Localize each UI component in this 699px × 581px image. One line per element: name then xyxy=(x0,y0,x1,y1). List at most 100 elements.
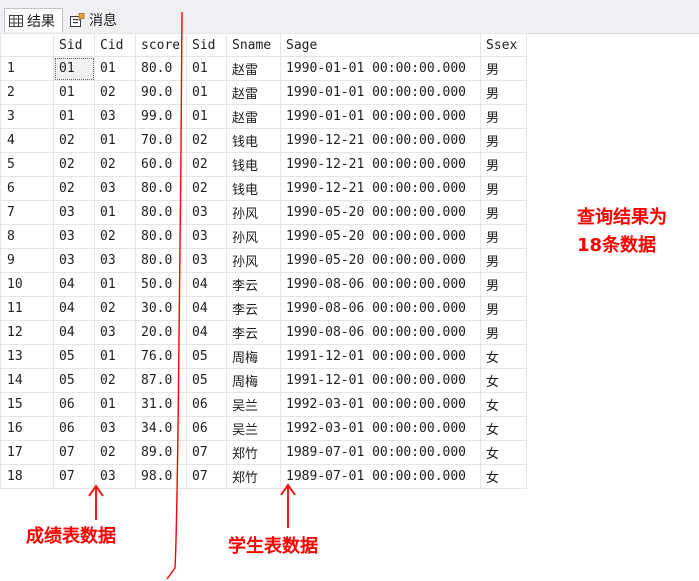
row-number[interactable]: 17 xyxy=(0,440,54,465)
score-cell[interactable]: 76.0 xyxy=(135,344,187,369)
row-number[interactable]: 13 xyxy=(0,344,54,369)
sid-cell[interactable]: 01 xyxy=(53,80,95,105)
student-sid-cell[interactable]: 03 xyxy=(186,224,227,249)
score-cell[interactable]: 90.0 xyxy=(135,80,187,105)
cid-cell[interactable]: 01 xyxy=(94,392,136,417)
sid-cell[interactable]: 04 xyxy=(53,272,95,297)
cid-cell[interactable]: 03 xyxy=(94,464,136,489)
student-sid-cell[interactable]: 02 xyxy=(186,152,227,177)
column-header-sid[interactable]: Sid xyxy=(53,33,95,57)
sid-cell[interactable]: 03 xyxy=(53,224,95,249)
score-cell[interactable]: 99.0 xyxy=(135,104,187,129)
sid-cell[interactable]: 02 xyxy=(53,152,95,177)
sname-cell[interactable]: 钱电 xyxy=(226,152,281,177)
ssex-cell[interactable]: 男 xyxy=(480,128,527,153)
cid-cell[interactable]: 03 xyxy=(94,416,136,441)
ssex-cell[interactable]: 女 xyxy=(480,368,527,393)
ssex-cell[interactable]: 男 xyxy=(480,104,527,129)
table-row[interactable]: 13 05 01 76.0 05 周梅 1991-12-01 00:00:00.000 女 xyxy=(0,344,527,369)
ssex-cell[interactable]: 男 xyxy=(480,248,527,273)
sage-cell[interactable]: 1990-01-01 00:00:00.000 xyxy=(280,80,481,105)
column-header-score[interactable]: score xyxy=(135,33,187,57)
sage-cell[interactable]: 1990-05-20 00:00:00.000 xyxy=(280,248,481,273)
ssex-cell[interactable]: 女 xyxy=(480,440,527,465)
cid-cell[interactable]: 01 xyxy=(94,272,136,297)
cid-cell[interactable]: 02 xyxy=(94,80,136,105)
sage-cell[interactable]: 1990-08-06 00:00:00.000 xyxy=(280,320,481,345)
sname-cell[interactable]: 钱电 xyxy=(226,176,281,201)
score-cell[interactable]: 89.0 xyxy=(135,440,187,465)
ssex-cell[interactable]: 女 xyxy=(480,392,527,417)
row-number-header[interactable] xyxy=(0,33,54,57)
table-row[interactable]: 5 02 02 60.0 02 钱电 1990-12-21 00:00:00.000 男 xyxy=(0,152,527,177)
ssex-cell[interactable]: 男 xyxy=(480,80,527,105)
table-row[interactable]: 17 07 02 89.0 07 郑竹 1989-07-01 00:00:00.000 女 xyxy=(0,440,527,465)
table-row[interactable]: 11 04 02 30.0 04 李云 1990-08-06 00:00:00.000 男 xyxy=(0,296,527,321)
row-number[interactable]: 3 xyxy=(0,104,54,129)
sid-cell[interactable]: 05 xyxy=(53,368,95,393)
ssex-cell[interactable]: 男 xyxy=(480,152,527,177)
sid-cell[interactable]: 05 xyxy=(53,344,95,369)
row-number[interactable]: 18 xyxy=(0,464,54,489)
ssex-cell[interactable]: 男 xyxy=(480,200,527,225)
ssex-cell[interactable]: 男 xyxy=(480,224,527,249)
ssex-cell[interactable]: 男 xyxy=(480,272,527,297)
score-cell[interactable]: 70.0 xyxy=(135,128,187,153)
ssex-cell[interactable]: 女 xyxy=(480,344,527,369)
cid-cell[interactable]: 02 xyxy=(94,440,136,465)
sname-cell[interactable]: 孙风 xyxy=(226,248,281,273)
table-row[interactable]: 2 01 02 90.0 01 赵雷 1990-01-01 00:00:00.000 男 xyxy=(0,80,527,105)
student-sid-cell[interactable]: 07 xyxy=(186,440,227,465)
sage-cell[interactable]: 1990-08-06 00:00:00.000 xyxy=(280,296,481,321)
table-row[interactable]: 18 07 03 98.0 07 郑竹 1989-07-01 00:00:00.000 女 xyxy=(0,464,527,489)
tab-results[interactable]: 结果 xyxy=(4,8,63,32)
score-cell[interactable]: 80.0 xyxy=(135,200,187,225)
sage-cell[interactable]: 1990-01-01 00:00:00.000 xyxy=(280,56,481,81)
table-row[interactable]: 4 02 01 70.0 02 钱电 1990-12-21 00:00:00.000 男 xyxy=(0,128,527,153)
sname-cell[interactable]: 李云 xyxy=(226,272,281,297)
student-sid-cell[interactable]: 01 xyxy=(186,104,227,129)
student-sid-cell[interactable]: 04 xyxy=(186,296,227,321)
cid-cell[interactable]: 01 xyxy=(94,200,136,225)
sage-cell[interactable]: 1991-12-01 00:00:00.000 xyxy=(280,344,481,369)
sname-cell[interactable]: 周梅 xyxy=(226,344,281,369)
score-cell[interactable]: 31.0 xyxy=(135,392,187,417)
student-sid-cell[interactable]: 05 xyxy=(186,368,227,393)
student-sid-cell[interactable]: 03 xyxy=(186,200,227,225)
sname-cell[interactable]: 周梅 xyxy=(226,368,281,393)
row-number[interactable]: 11 xyxy=(0,296,54,321)
sname-cell[interactable]: 赵雷 xyxy=(226,80,281,105)
student-sid-cell[interactable]: 07 xyxy=(186,464,227,489)
table-row[interactable]: 10 04 01 50.0 04 李云 1990-08-06 00:00:00.000 男 xyxy=(0,272,527,297)
sname-cell[interactable]: 李云 xyxy=(226,296,281,321)
sname-cell[interactable]: 郑竹 xyxy=(226,464,281,489)
cid-cell[interactable]: 01 xyxy=(94,128,136,153)
table-row[interactable]: 8 03 02 80.0 03 孙风 1990-05-20 00:00:00.000 男 xyxy=(0,224,527,249)
sage-cell[interactable]: 1992-03-01 00:00:00.000 xyxy=(280,416,481,441)
sname-cell[interactable]: 赵雷 xyxy=(226,104,281,129)
row-number[interactable]: 14 xyxy=(0,368,54,393)
table-row[interactable]: 3 01 03 99.0 01 赵雷 1990-01-01 00:00:00.000 男 xyxy=(0,104,527,129)
ssex-cell[interactable]: 女 xyxy=(480,416,527,441)
row-number[interactable]: 12 xyxy=(0,320,54,345)
student-sid-cell[interactable]: 04 xyxy=(186,272,227,297)
sage-cell[interactable]: 1990-05-20 00:00:00.000 xyxy=(280,224,481,249)
sage-cell[interactable]: 1992-03-01 00:00:00.000 xyxy=(280,392,481,417)
score-cell[interactable]: 80.0 xyxy=(135,224,187,249)
sname-cell[interactable]: 李云 xyxy=(226,320,281,345)
sid-cell[interactable]: 03 xyxy=(53,248,95,273)
student-sid-cell[interactable]: 01 xyxy=(186,56,227,81)
cid-cell[interactable]: 03 xyxy=(94,248,136,273)
score-cell[interactable]: 80.0 xyxy=(135,176,187,201)
cid-cell[interactable]: 02 xyxy=(94,368,136,393)
row-number[interactable]: 16 xyxy=(0,416,54,441)
sage-cell[interactable]: 1990-08-06 00:00:00.000 xyxy=(280,272,481,297)
sage-cell[interactable]: 1990-12-21 00:00:00.000 xyxy=(280,152,481,177)
score-cell[interactable]: 20.0 xyxy=(135,320,187,345)
column-header-sage[interactable]: Sage xyxy=(280,33,481,57)
sid-cell[interactable]: 06 xyxy=(53,392,95,417)
sname-cell[interactable]: 孙风 xyxy=(226,224,281,249)
sname-cell[interactable]: 郑竹 xyxy=(226,440,281,465)
table-row[interactable]: 16 06 03 34.0 06 吴兰 1992-03-01 00:00:00.000 女 xyxy=(0,416,527,441)
row-number[interactable]: 2 xyxy=(0,80,54,105)
